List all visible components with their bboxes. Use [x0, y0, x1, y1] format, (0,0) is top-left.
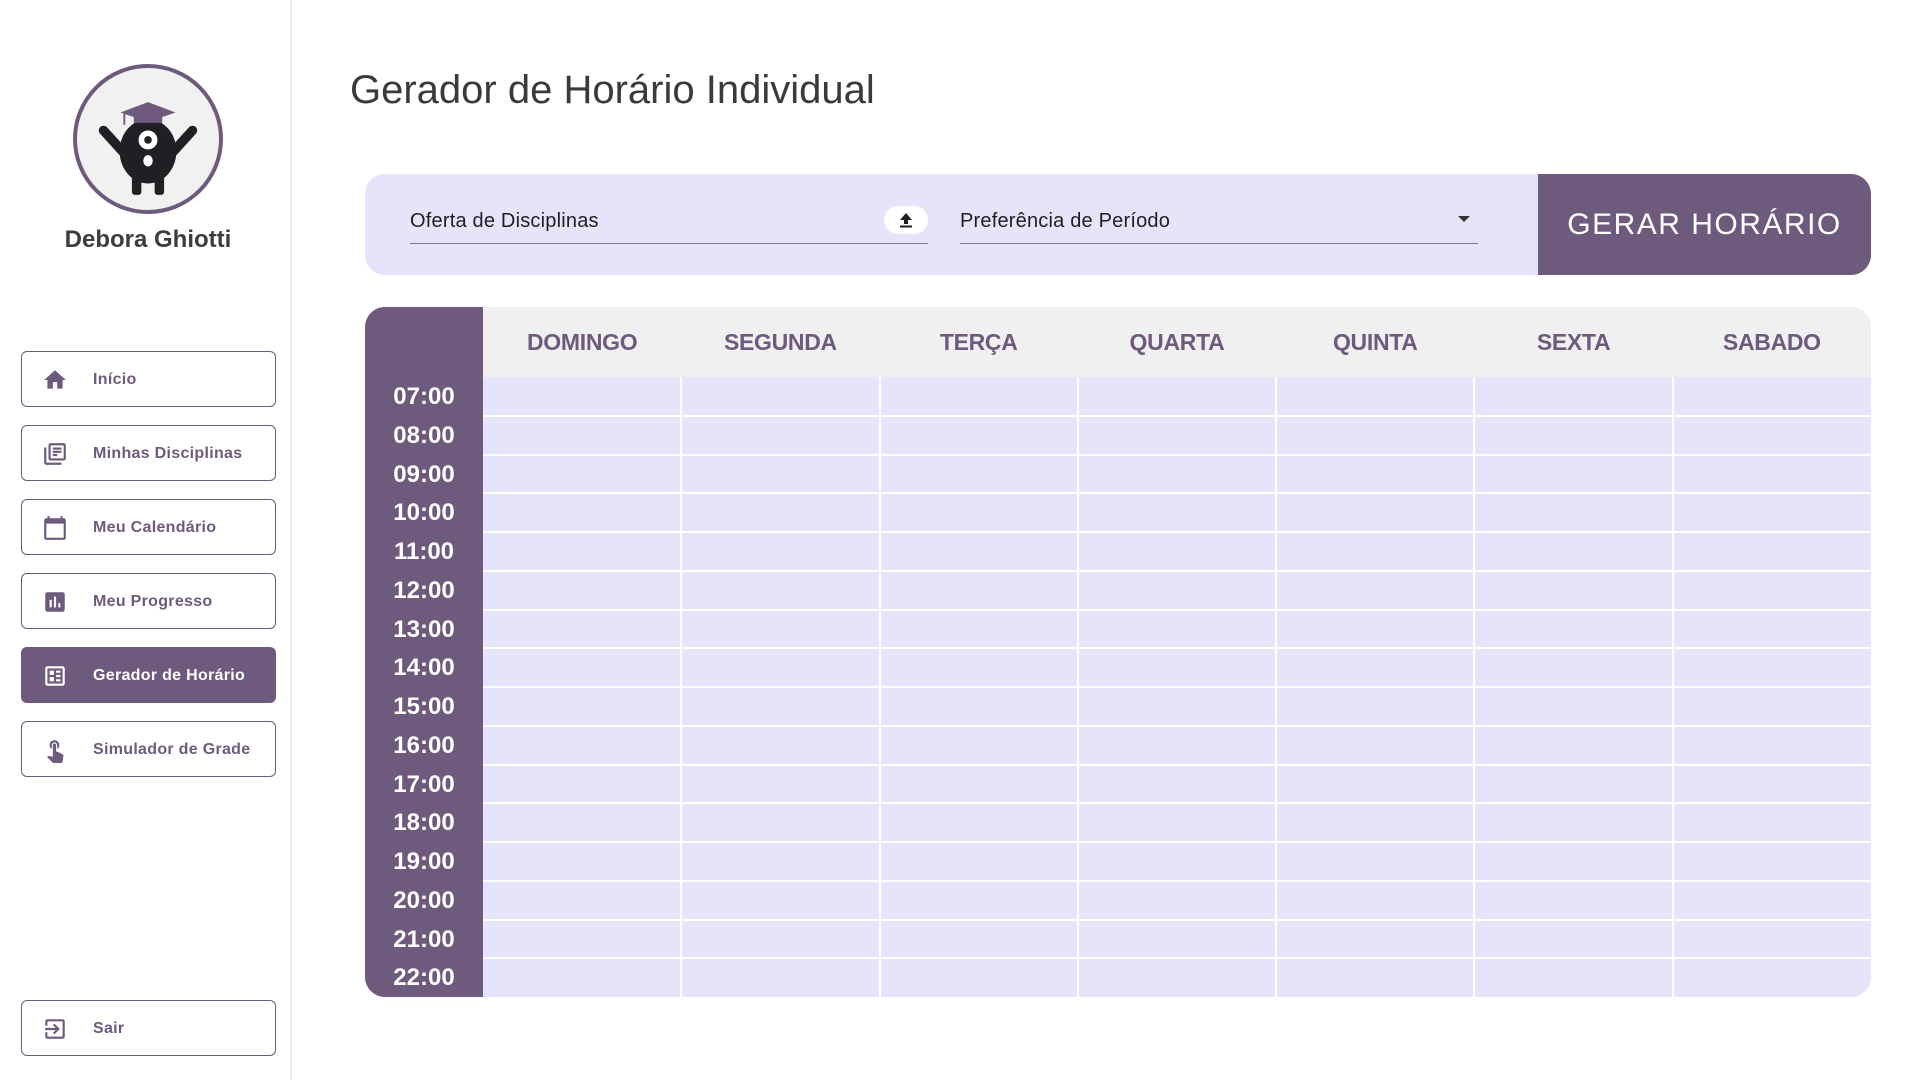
grid-row-divider — [483, 414, 1871, 417]
nav-item-simulador-de-grade[interactable]: Simulador de Grade — [21, 721, 276, 777]
home-icon — [42, 367, 68, 393]
grid-row-divider — [483, 569, 1871, 572]
chevron-down-icon — [1458, 216, 1470, 222]
nav-item-label: Simulador de Grade — [93, 741, 251, 758]
time-label: 17:00 — [393, 770, 455, 798]
time-column: 07:00 08:00 09:00 10:00 11:00 12:00 13:00 14:00… — [365, 307, 483, 997]
grid-row-divider — [483, 531, 1871, 533]
time-label: 12:00 — [393, 576, 455, 604]
time-label: 11:00 — [393, 538, 455, 565]
preferencia-periodo-label: Preferência de Período — [960, 210, 1171, 232]
nav-item-meu-calendario[interactable]: Meu Calendário — [21, 499, 276, 555]
time-label: 15:00 — [393, 693, 455, 720]
grid-row-divider — [483, 918, 1871, 921]
nav-item-label: Gerador de Horário — [93, 667, 246, 684]
grid-row-divider — [483, 763, 1871, 766]
touch-icon — [42, 737, 68, 763]
page-title: Gerador de Horário Individual — [350, 68, 875, 112]
sidebar: Debora Ghiotti Início Minhas Disciplinas… — [0, 0, 292, 1080]
time-label: 20:00 — [393, 886, 455, 914]
mascot-avatar-icon — [98, 102, 198, 195]
schedule-cells — [483, 377, 1871, 997]
avatar[interactable] — [73, 64, 223, 214]
nav-item-minhas-disciplinas[interactable]: Minhas Disciplinas — [21, 425, 276, 481]
day-header: DOMINGO — [526, 329, 638, 355]
time-label: 13:00 — [393, 615, 455, 643]
logout-label: Sair — [93, 1020, 125, 1037]
nav-item-gerador-de-horario[interactable]: Gerador de Horário — [21, 647, 276, 703]
schedule-grid: 07:00 08:00 09:00 10:00 11:00 12:00 13:00 14:00… — [365, 307, 1871, 997]
day-header: SABADO — [1722, 329, 1821, 355]
grid-row-divider — [483, 841, 1871, 843]
grid-row-divider — [483, 724, 1871, 727]
grid-row-divider — [483, 957, 1871, 960]
nav-item-inicio[interactable]: Início — [21, 351, 276, 407]
time-label: 09:00 — [393, 460, 455, 488]
time-label: 16:00 — [393, 731, 455, 759]
time-label: 22:00 — [393, 964, 455, 992]
time-label: 08:00 — [393, 421, 455, 449]
day-header: SEXTA — [1536, 329, 1611, 355]
upload-button[interactable] — [884, 206, 928, 234]
day-header-row: DOMINGO SEGUNDA TERÇA QUARTA QUINTA SEXTA SABA… — [483, 307, 1871, 377]
time-label: 10:00 — [393, 499, 455, 527]
logout-icon — [42, 1016, 68, 1042]
grid-row-divider — [483, 453, 1871, 456]
library-books-icon — [42, 441, 68, 467]
day-header: QUINTA — [1332, 329, 1418, 355]
grid-row-divider — [483, 608, 1871, 611]
nav-item-label: Meu Progresso — [93, 593, 213, 610]
grid-row-divider — [483, 802, 1871, 805]
calendar-icon — [42, 515, 68, 541]
bar-chart-icon — [42, 589, 68, 615]
time-label: 18:00 — [393, 809, 455, 837]
nav-item-label: Início — [93, 371, 137, 388]
time-label: 14:00 — [393, 654, 455, 682]
oferta-disciplinas-field[interactable]: Oferta de Disciplinas — [410, 202, 928, 244]
upload-icon — [900, 213, 912, 228]
day-header: SEGUNDA — [723, 329, 837, 355]
nav-item-label: Meu Calendário — [93, 519, 217, 536]
day-header: QUARTA — [1129, 329, 1225, 355]
time-label: 21:00 — [393, 925, 455, 953]
grid-row-divider — [483, 686, 1871, 688]
nav-item-label: Minhas Disciplinas — [93, 445, 243, 462]
preferencia-periodo-select[interactable]: Preferência de Período — [960, 202, 1478, 244]
grid-row-divider — [483, 647, 1871, 650]
generate-schedule-button[interactable]: GERAR HORÁRIO — [1538, 174, 1871, 275]
dashboard-icon — [42, 663, 68, 689]
user-name: Debora Ghiotti — [64, 226, 232, 253]
logout-button[interactable]: Sair — [21, 1000, 276, 1056]
day-header: TERÇA — [939, 329, 1018, 355]
grid-row-divider — [483, 879, 1871, 882]
grid-row-divider — [483, 492, 1871, 495]
time-label: 07:00 — [393, 383, 455, 410]
nav-item-meu-progresso[interactable]: Meu Progresso — [21, 573, 276, 629]
oferta-disciplinas-label: Oferta de Disciplinas — [410, 210, 599, 232]
time-label: 19:00 — [393, 848, 455, 875]
